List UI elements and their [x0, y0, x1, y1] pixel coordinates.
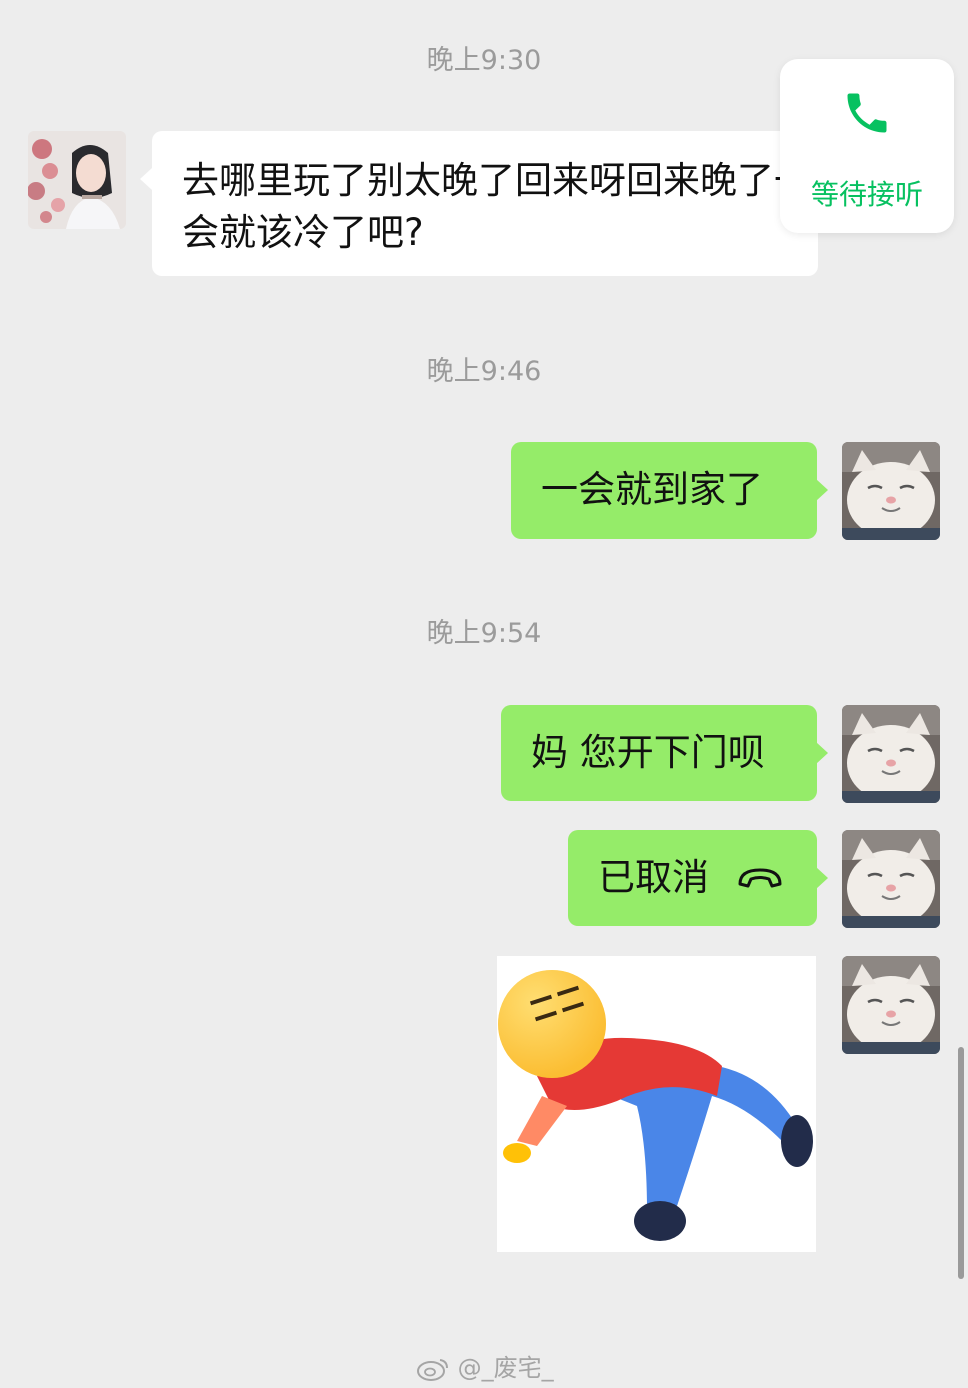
watermark: @_废宅_ [416, 1348, 554, 1383]
message-text: 去哪里玩了别太晚了回来呀回来晚了一会就该冷了吧? [182, 159, 811, 254]
message-text: 妈 您开下门呗 [531, 731, 765, 774]
bubble-tail [816, 867, 828, 889]
bubble-tail [140, 168, 152, 190]
bubble-tail [816, 479, 828, 501]
incoming-message-bubble[interactable]: 去哪里玩了别太晚了回来呀回来晚了一会就该冷了吧? [152, 131, 818, 276]
scrollbar[interactable] [958, 1047, 964, 1279]
bubble-tail [816, 742, 828, 764]
hang-up-icon [738, 868, 782, 888]
contact-avatar[interactable] [28, 131, 126, 229]
my-avatar[interactable] [842, 442, 940, 540]
outgoing-message-bubble[interactable]: 一会就到家了 [511, 442, 817, 539]
my-avatar[interactable] [842, 830, 940, 928]
call-status-label: 等待接听 [810, 178, 923, 211]
call-cancelled-bubble[interactable]: 已取消 [568, 830, 817, 926]
my-avatar[interactable] [842, 705, 940, 803]
my-avatar[interactable] [842, 956, 940, 1054]
sticker-image[interactable] [497, 956, 816, 1252]
watermark-text: @_废宅_ [457, 1354, 554, 1382]
call-status-card[interactable]: 等待接听 [780, 59, 954, 233]
timestamp: 晚上9:54 [426, 618, 542, 649]
phone-icon [847, 93, 887, 133]
weibo-icon [417, 1359, 448, 1381]
message-text: 已取消 [598, 856, 709, 899]
timestamp: 晚上9:46 [426, 356, 542, 387]
message-text: 一会就到家了 [541, 468, 763, 511]
outgoing-message-bubble[interactable]: 妈 您开下门呗 [501, 705, 817, 801]
